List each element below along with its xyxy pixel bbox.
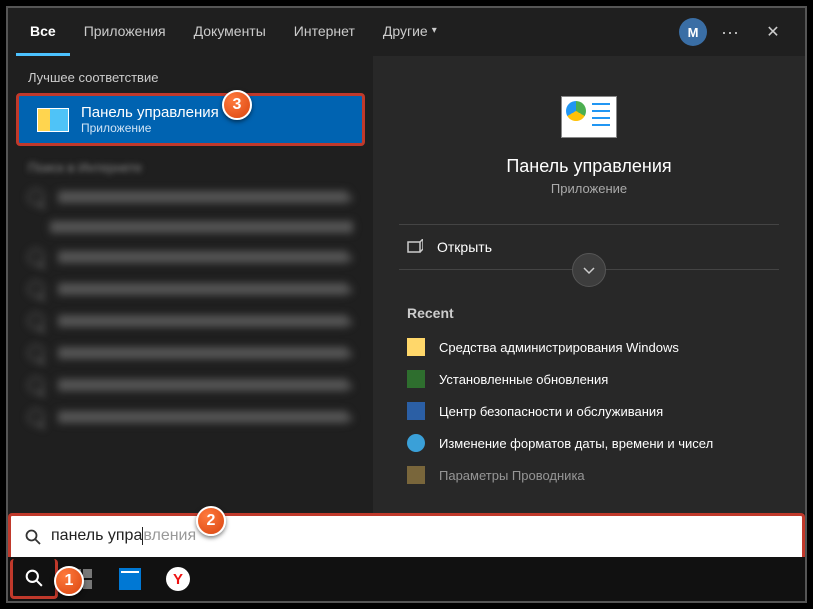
search-icon xyxy=(28,409,44,425)
preview-pane: Панель управления Приложение Открыть Rec… xyxy=(373,56,805,513)
body: Лучшее соответствие Панель управления Пр… xyxy=(8,56,805,513)
taskbar-yandex-button[interactable]: Y xyxy=(154,559,202,599)
chevron-right-icon: › xyxy=(348,313,353,329)
web-result[interactable]: › xyxy=(8,241,373,273)
recent-item[interactable]: Установленные обновления xyxy=(403,363,775,395)
web-result[interactable]: › xyxy=(8,273,373,305)
clock-icon xyxy=(407,434,425,452)
best-match-label: Лучшее соответствие xyxy=(8,56,373,93)
folder-icon xyxy=(407,338,425,356)
preview-subtitle: Приложение xyxy=(403,181,775,196)
recent-header: Recent xyxy=(403,287,775,331)
filter-tabs: Все Приложения Документы Интернет Другие… xyxy=(16,8,451,56)
recent-item[interactable]: Средства администрирования Windows xyxy=(403,331,775,363)
preview-title: Панель управления xyxy=(403,156,775,177)
search-icon xyxy=(25,529,41,545)
chevron-right-icon: › xyxy=(348,189,353,205)
result-subtitle: Приложение xyxy=(81,121,219,135)
search-icon xyxy=(28,377,44,393)
search-input-bar[interactable]: панель управления xyxy=(8,513,805,557)
control-panel-icon xyxy=(37,108,69,132)
more-options-button[interactable]: ··· xyxy=(721,22,739,43)
chevron-right-icon: › xyxy=(348,281,353,297)
web-result[interactable]: › xyxy=(8,305,373,337)
search-text[interactable]: панель управления xyxy=(51,527,196,545)
search-icon xyxy=(28,313,44,329)
expand-button[interactable] xyxy=(572,253,606,287)
chevron-right-icon: › xyxy=(348,377,353,393)
search-icon xyxy=(28,249,44,265)
yandex-icon: Y xyxy=(166,567,190,591)
updates-icon xyxy=(407,370,425,388)
header-actions: M ··· ✕ xyxy=(679,12,797,52)
web-result[interactable]: › xyxy=(8,369,373,401)
open-icon xyxy=(407,239,423,255)
chevron-down-icon xyxy=(582,263,596,277)
results-column: Лучшее соответствие Панель управления Пр… xyxy=(8,56,373,513)
taskbar-search-button[interactable] xyxy=(10,559,58,599)
recent-item[interactable]: Центр безопасности и обслуживания xyxy=(403,395,775,427)
web-result[interactable]: › xyxy=(8,401,373,433)
web-result[interactable]: › xyxy=(8,337,373,369)
folder-options-icon xyxy=(407,466,425,484)
control-panel-large-icon xyxy=(561,96,617,138)
web-results-label: Поиск в Интернете xyxy=(8,150,373,181)
chevron-down-icon: ▾ xyxy=(432,25,437,36)
recent-item[interactable]: Изменение форматов даты, времени и чисел xyxy=(403,427,775,459)
web-result[interactable]: › xyxy=(8,181,373,213)
taskbar-calendar-button[interactable] xyxy=(106,559,154,599)
annotation-badge-1: 1 xyxy=(54,566,84,596)
taskbar: Y xyxy=(8,557,805,601)
annotation-badge-2: 2 xyxy=(196,506,226,536)
search-flyout: Все Приложения Документы Интернет Другие… xyxy=(6,6,807,603)
tab-documents[interactable]: Документы xyxy=(180,8,280,56)
flag-icon xyxy=(407,402,425,420)
chevron-right-icon: › xyxy=(348,345,353,361)
search-icon xyxy=(28,189,44,205)
tab-apps[interactable]: Приложения xyxy=(70,8,180,56)
result-title: Панель управления xyxy=(81,104,219,121)
web-result[interactable] xyxy=(8,213,373,241)
tab-all[interactable]: Все xyxy=(16,8,70,56)
calendar-icon xyxy=(119,568,141,590)
tab-more[interactable]: Другие▾ xyxy=(369,8,451,56)
search-icon xyxy=(25,569,43,587)
tab-web[interactable]: Интернет xyxy=(280,8,369,56)
search-icon xyxy=(28,281,44,297)
close-button[interactable]: ✕ xyxy=(753,12,793,52)
header: Все Приложения Документы Интернет Другие… xyxy=(8,8,805,56)
annotation-badge-3: 3 xyxy=(222,90,252,120)
recent-item[interactable]: Параметры Проводника xyxy=(403,459,775,491)
best-match-result[interactable]: Панель управления Приложение xyxy=(16,93,365,146)
web-results-list: › › › › › › › xyxy=(8,181,373,513)
user-avatar[interactable]: M xyxy=(679,18,707,46)
search-icon xyxy=(28,345,44,361)
chevron-right-icon: › xyxy=(348,249,353,265)
chevron-right-icon: › xyxy=(348,409,353,425)
